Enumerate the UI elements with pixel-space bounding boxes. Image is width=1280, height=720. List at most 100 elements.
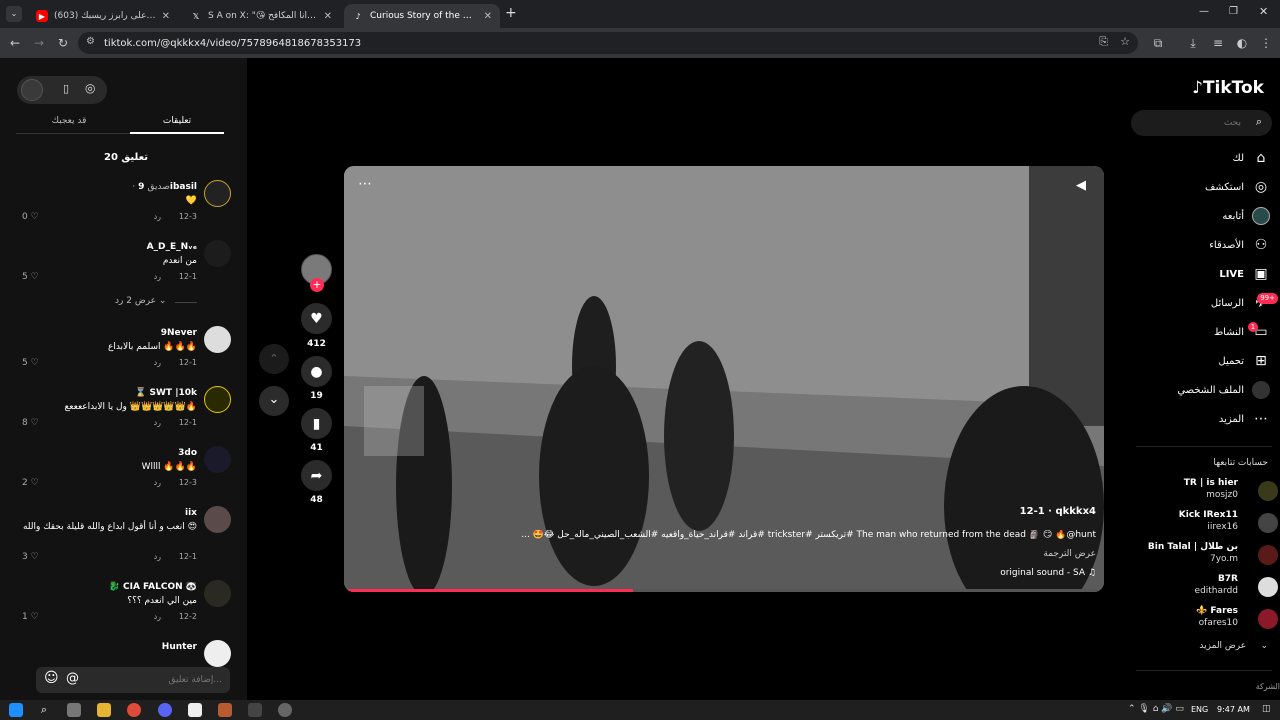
- downloads-icon[interactable]: ⤓: [1186, 36, 1200, 50]
- tab-x[interactable]: 𝕏 S A on X: "😘 أنا المكافح ❤️🔥 ..." ✕: [182, 4, 340, 28]
- clock[interactable]: 9:47 AM: [1217, 705, 1250, 714]
- menu-icon[interactable]: ⋮: [1259, 36, 1273, 50]
- like-count[interactable]: 5 ♡: [22, 272, 39, 282]
- tab-list-button[interactable]: ⌄: [6, 6, 22, 22]
- tiktok-logo[interactable]: ♪TikTok: [1192, 78, 1264, 98]
- volume-icon[interactable]: ◀: [1076, 178, 1086, 193]
- minimize-icon[interactable]: —: [1199, 6, 1209, 17]
- extensions-icon[interactable]: ⧉: [1151, 36, 1165, 50]
- comment-author[interactable]: Hunter: [162, 642, 197, 652]
- avatar[interactable]: [204, 326, 231, 353]
- like-count[interactable]: 5 ♡: [22, 358, 39, 368]
- app-icon[interactable]: [278, 703, 292, 717]
- windows-start-icon[interactable]: [9, 703, 23, 717]
- like-count[interactable]: 8 ♡: [22, 418, 39, 428]
- new-tab-button[interactable]: +: [505, 5, 517, 21]
- chrome-icon[interactable]: [127, 703, 141, 717]
- app-icon[interactable]: [248, 703, 262, 717]
- bookmark-star-icon[interactable]: ☆: [1120, 35, 1130, 48]
- reload-icon[interactable]: ↻: [56, 36, 70, 50]
- sidebar-item-activity[interactable]: النشاط ▭: [1214, 320, 1270, 344]
- avatar[interactable]: [204, 446, 231, 473]
- followed-account[interactable]: B7R edithardd: [1128, 574, 1280, 604]
- tab-youtube[interactable]: ▶ (603) دس تراك على رابرز ريسبك... ✕: [28, 4, 178, 28]
- site-info-icon[interactable]: ⚙: [86, 36, 95, 47]
- sidebar-item-explore[interactable]: استكشف ◎: [1205, 175, 1270, 199]
- mention-icon[interactable]: @: [66, 671, 79, 686]
- reading-list-icon[interactable]: ≡: [1211, 36, 1225, 50]
- discord-icon[interactable]: [158, 703, 172, 717]
- avatar[interactable]: [204, 506, 231, 533]
- followed-account[interactable]: Kick IRex11 iirex16: [1128, 510, 1280, 540]
- avatar[interactable]: [204, 386, 231, 413]
- reply-button[interactable]: رد: [154, 212, 161, 221]
- notification-icon[interactable]: ◫: [1262, 704, 1271, 714]
- comment-author[interactable]: ⌛ SWT |10k: [135, 388, 197, 398]
- reply-button[interactable]: رد: [154, 272, 161, 281]
- like-count[interactable]: 0 ♡: [22, 212, 39, 222]
- url-field[interactable]: ⚙ tiktok.com/@qkkkx4/video/7578964818678…: [78, 32, 1138, 54]
- avatar[interactable]: [204, 580, 231, 607]
- like-button[interactable]: ♥: [301, 303, 332, 334]
- see-more-button[interactable]: عرض المزيد ⌄: [1199, 641, 1268, 651]
- comment-author[interactable]: 🐉 CIA FALCON 🐼: [109, 582, 197, 592]
- task-view-icon[interactable]: [67, 703, 81, 717]
- followed-account[interactable]: TR | is hier mosjz0: [1128, 478, 1280, 508]
- avatar[interactable]: [204, 240, 231, 267]
- sidebar-item-for-you[interactable]: لك ⌂: [1233, 146, 1270, 170]
- comment-input[interactable]: [102, 671, 222, 689]
- profile-icon[interactable]: ◐: [1235, 36, 1249, 50]
- sidebar-item-more[interactable]: المزيد ⋯: [1219, 407, 1270, 431]
- search-input[interactable]: [1161, 115, 1241, 131]
- sidebar-item-friends[interactable]: الأصدقاء ⚇: [1209, 233, 1270, 257]
- language-indicator[interactable]: ENG: [1191, 705, 1208, 714]
- search-icon[interactable]: ⌕: [37, 703, 51, 717]
- comment-author[interactable]: 9Never: [161, 328, 197, 338]
- like-count[interactable]: 3 ♡: [22, 552, 39, 562]
- close-icon[interactable]: ✕: [324, 11, 332, 22]
- comment-author[interactable]: 3do: [178, 448, 197, 458]
- share-button[interactable]: ➦: [301, 460, 332, 491]
- followed-account[interactable]: ⚜️ Fares ofares10: [1128, 606, 1280, 636]
- like-count[interactable]: 2 ♡: [22, 478, 39, 488]
- app-icon[interactable]: [218, 703, 232, 717]
- previous-video-button[interactable]: ⌃: [259, 344, 289, 374]
- video-more-options[interactable]: ⋯: [358, 176, 372, 192]
- video-author[interactable]: qkkkx4: [1055, 506, 1096, 517]
- back-icon[interactable]: ←: [8, 36, 22, 50]
- video-player[interactable]: ⋯ ◀ 12-1 · qkkkx4 The man who returned f…: [344, 166, 1104, 592]
- reply-button[interactable]: رد: [154, 478, 161, 487]
- compass-icon[interactable]: ◎: [85, 81, 95, 95]
- tab-tiktok[interactable]: ♪ Curious Story of the Man W ✕: [344, 4, 500, 28]
- sidebar-item-upload[interactable]: تحميل ⊞: [1218, 349, 1270, 373]
- reply-button[interactable]: رد: [154, 358, 161, 367]
- avatar[interactable]: [204, 640, 231, 667]
- install-icon[interactable]: ⎘: [1099, 35, 1108, 49]
- forward-icon[interactable]: →: [32, 36, 46, 50]
- search-icon[interactable]: ⌕: [1256, 115, 1262, 129]
- like-count[interactable]: 1 ♡: [22, 612, 39, 622]
- restore-icon[interactable]: ❐: [1229, 6, 1238, 17]
- reply-button[interactable]: رد: [154, 612, 161, 621]
- sidebar-item-live[interactable]: LIVE ▣: [1219, 262, 1270, 286]
- followed-account[interactable]: Bin Talal | بن طلال 7yo.m: [1128, 542, 1280, 572]
- company-link[interactable]: الشركة: [1256, 682, 1280, 691]
- next-video-button[interactable]: ⌄: [259, 386, 289, 416]
- close-window-icon[interactable]: ✕: [1259, 5, 1268, 18]
- comment-author[interactable]: iix: [185, 508, 197, 518]
- avatar[interactable]: [21, 79, 43, 101]
- search-box[interactable]: ⌕: [1131, 110, 1272, 136]
- sound-link[interactable]: original sound - SA ♫: [1000, 568, 1096, 578]
- avatar[interactable]: [204, 180, 231, 207]
- translate-button[interactable]: عرض الترجمة: [1043, 549, 1096, 559]
- close-icon[interactable]: ✕: [162, 11, 170, 22]
- reply-button[interactable]: رد: [154, 418, 161, 427]
- reply-button[interactable]: رد: [154, 552, 161, 561]
- comment-button[interactable]: ●: [301, 356, 332, 387]
- close-icon[interactable]: ✕: [484, 11, 492, 22]
- tray-icons[interactable]: ⌃ 🎙 ⌂ 🔊 ▭: [1128, 704, 1184, 714]
- tab-you-may-like[interactable]: قد يعجبك: [20, 116, 118, 126]
- save-button[interactable]: ▮: [301, 408, 332, 439]
- emoji-icon[interactable]: ☺: [44, 670, 59, 686]
- follow-plus-icon[interactable]: +: [310, 278, 324, 292]
